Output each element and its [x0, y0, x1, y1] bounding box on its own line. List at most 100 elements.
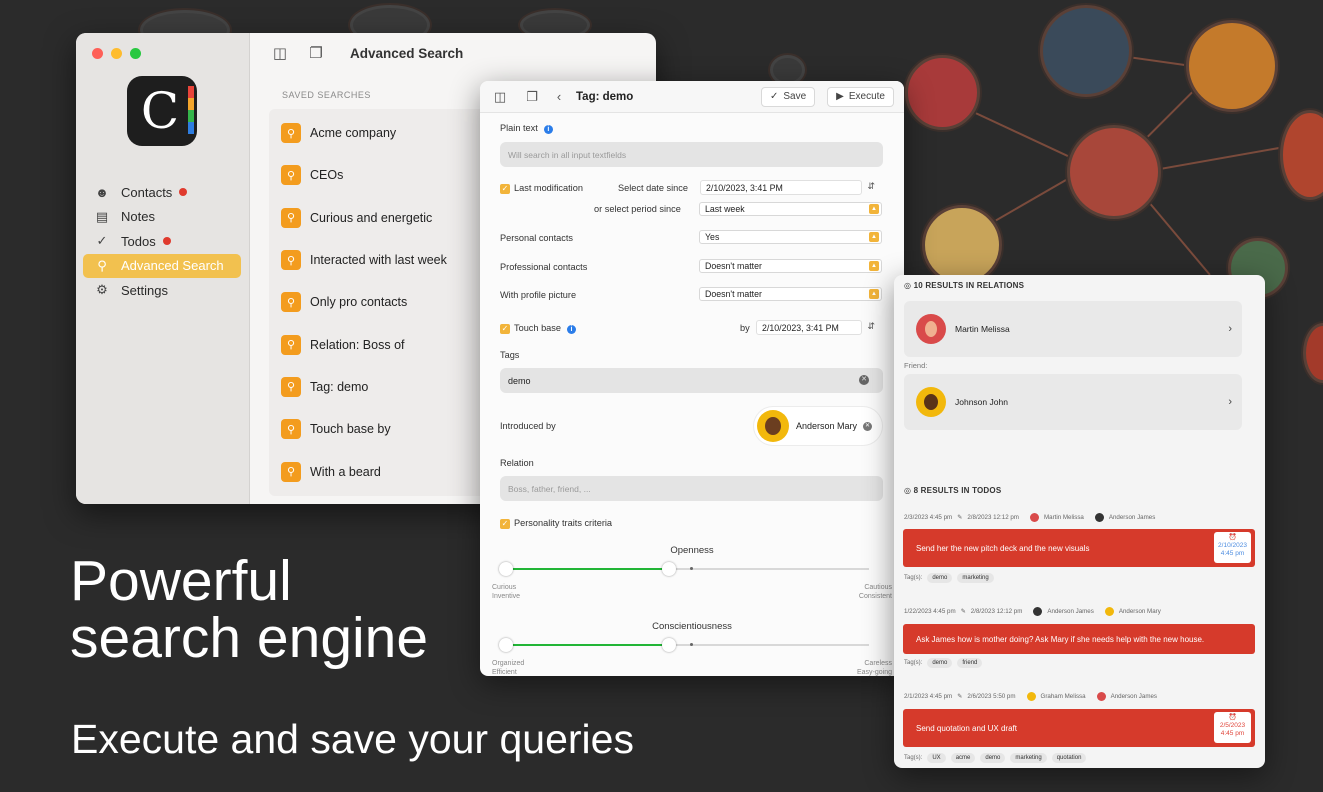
search-title: Tag: demo — [576, 90, 634, 103]
relation-result-card[interactable]: Johnson John › — [904, 374, 1242, 430]
app-logo: C — [127, 76, 197, 146]
tag-chip[interactable]: marketing — [957, 573, 994, 583]
last-modification-date-picker[interactable]: 2/10/2023, 3:41 PM ⇵ — [700, 180, 875, 195]
friend-label: Friend: — [904, 361, 928, 370]
sidebar-toggle-icon[interactable]: ◫ — [270, 44, 290, 62]
window-controls — [92, 48, 141, 59]
search-icon: ⚲ — [281, 207, 301, 228]
avatar — [1033, 607, 1043, 616]
close-window-button[interactable] — [92, 48, 103, 59]
avatar — [916, 314, 946, 344]
chevron-updown-icon: ▲ — [869, 204, 879, 214]
execute-button[interactable]: ▶ Execute — [827, 86, 894, 107]
search-icon: ⚲ — [281, 419, 301, 440]
tag-chip[interactable]: quotation — [1051, 753, 1087, 763]
tag-chip[interactable]: marketing — [1010, 753, 1047, 763]
sidebar-item-settings[interactable]: ⚙ Settings — [83, 278, 241, 303]
zoom-window-button[interactable] — [130, 48, 141, 59]
stepper-icon[interactable]: ⇵ — [867, 181, 875, 192]
windows-icon[interactable]: ❐ — [522, 89, 542, 105]
last-modification-checkbox[interactable]: ✓ Last modification — [500, 183, 583, 194]
sidebar-toggle-icon[interactable]: ◫ — [490, 89, 510, 105]
sidebar-item-contacts[interactable]: ☻ Contacts — [83, 180, 241, 205]
slider-left-label: Organized Efficient — [492, 660, 525, 676]
tag-chip[interactable]: demo — [927, 573, 953, 583]
tag-chip[interactable]: acme — [950, 753, 976, 763]
checkbox-checked-icon: ✓ — [500, 183, 510, 194]
tag-chip[interactable]: UX — [927, 753, 946, 763]
personal-contacts-select[interactable]: Yes ▲ — [699, 230, 882, 244]
minimize-window-button[interactable] — [111, 48, 122, 59]
tags-input[interactable]: demo ✕ — [500, 368, 883, 393]
windows-icon[interactable]: ❐ — [306, 44, 326, 62]
save-button[interactable]: ✓ Save — [760, 86, 816, 107]
avatar — [757, 410, 789, 442]
checkmark-icon: ✓ — [769, 91, 779, 102]
professional-contacts-label: Professional contacts — [500, 262, 588, 272]
slider-value-knob[interactable] — [662, 638, 676, 652]
tag-chip[interactable]: friend — [957, 658, 983, 668]
stepper-icon[interactable]: ⇵ — [867, 321, 875, 332]
slider-title: Openness — [670, 545, 714, 556]
info-icon[interactable]: i — [567, 325, 576, 334]
edit-icon: ✎ — [957, 693, 963, 700]
remove-icon[interactable]: ✕ — [863, 421, 873, 431]
slider-right-label: Careless Easy-going — [856, 660, 892, 676]
sidebar-item-todos[interactable]: ✓ Todos — [83, 229, 241, 254]
conscientiousness-slider[interactable] — [499, 638, 869, 652]
avatar — [1029, 513, 1039, 522]
tags-label: Tags — [500, 350, 520, 360]
tag-chip[interactable]: demo — [927, 658, 953, 668]
profile-picture-select[interactable]: Doesn't matter ▲ — [699, 287, 882, 301]
personal-contacts-label: Personal contacts — [500, 233, 574, 243]
personality-checkbox[interactable]: ✓ Personality traits criteria — [500, 518, 612, 529]
notes-icon: ▤ — [95, 208, 109, 224]
chevron-updown-icon: ▲ — [869, 261, 879, 271]
relation-input[interactable]: Boss, father, friend, ... — [500, 476, 883, 501]
slider-left-label: Curious Inventive — [492, 584, 521, 600]
openness-slider[interactable] — [499, 562, 869, 576]
slider-right-label: Cautious Consistent — [858, 584, 892, 600]
subheadline: Execute and save your queries — [71, 716, 634, 762]
search-icon: ⚲ — [281, 292, 301, 313]
sidebar-nav: ☻ Contacts ▤ Notes ✓ Todos ⚲ Advanced Search… — [83, 180, 241, 303]
touch-base-date-picker[interactable]: 2/10/2023, 3:41 PM ⇵ — [756, 320, 875, 335]
touch-base-checkbox[interactable]: ✓ Touch base i — [500, 323, 576, 334]
search-toolbar: ◫ ❐ ‹ Tag: demo ✓ Save ▶ Execute — [480, 81, 904, 113]
todo-tags: Tag(s): demo marketing — [904, 573, 994, 583]
todo-item[interactable]: Send quotation and UX draft ⏰ 2/5/2023 4:… — [903, 709, 1255, 747]
sidebar-item-notes[interactable]: ▤ Notes — [83, 205, 241, 230]
play-icon: ▶ — [836, 91, 844, 102]
clear-icon[interactable]: ✕ — [859, 375, 869, 385]
todo-item[interactable]: Send her the new pitch deck and the new … — [903, 529, 1255, 567]
back-chevron-icon[interactable]: ‹ — [554, 89, 564, 104]
avatar — [1096, 692, 1106, 701]
profile-picture-label: With profile picture — [500, 290, 577, 300]
search-icon: ⚲ — [281, 123, 301, 144]
introduced-by-chip[interactable]: Anderson Mary ✕ — [754, 407, 882, 445]
results-icon: ◎ — [904, 486, 914, 495]
slider-value-knob[interactable] — [662, 562, 676, 576]
edit-icon: ✎ — [957, 514, 963, 521]
search-icon: ⚲ — [281, 165, 301, 186]
todo-meta: 2/3/2023 4:45 pm ✎ 2/8/2023 12:12 pm Marti… — [904, 513, 1156, 522]
relation-label: Relation — [500, 458, 534, 468]
chevron-updown-icon: ▲ — [869, 232, 879, 242]
notification-badge — [179, 188, 188, 197]
relation-result-card[interactable]: Martin Melissa › — [904, 301, 1242, 357]
headline: Powerful search engine — [70, 549, 429, 670]
slider-min-knob[interactable] — [499, 638, 513, 652]
sidebar-item-advanced-search[interactable]: ⚲ Advanced Search — [83, 253, 241, 278]
search-icon: ⚲ — [281, 376, 301, 397]
todo-item[interactable]: Ask James how is mother doing? Ask Mary … — [903, 624, 1255, 654]
plain-text-input[interactable]: Will search in all input textfields — [500, 142, 883, 167]
period-select[interactable]: Last week ▲ — [699, 202, 882, 216]
checkbox-checked-icon: ✓ — [500, 518, 510, 529]
page-title: Advanced Search — [350, 45, 464, 61]
professional-contacts-select[interactable]: Doesn't matter ▲ — [699, 259, 882, 273]
info-icon[interactable]: i — [543, 125, 553, 134]
tag-chip[interactable]: demo — [980, 753, 1006, 763]
slider-title: Conscientiousness — [652, 621, 732, 632]
alarm-badge: ⏰ 2/10/2023 4:45 pm — [1214, 532, 1251, 563]
slider-min-knob[interactable] — [499, 562, 513, 576]
